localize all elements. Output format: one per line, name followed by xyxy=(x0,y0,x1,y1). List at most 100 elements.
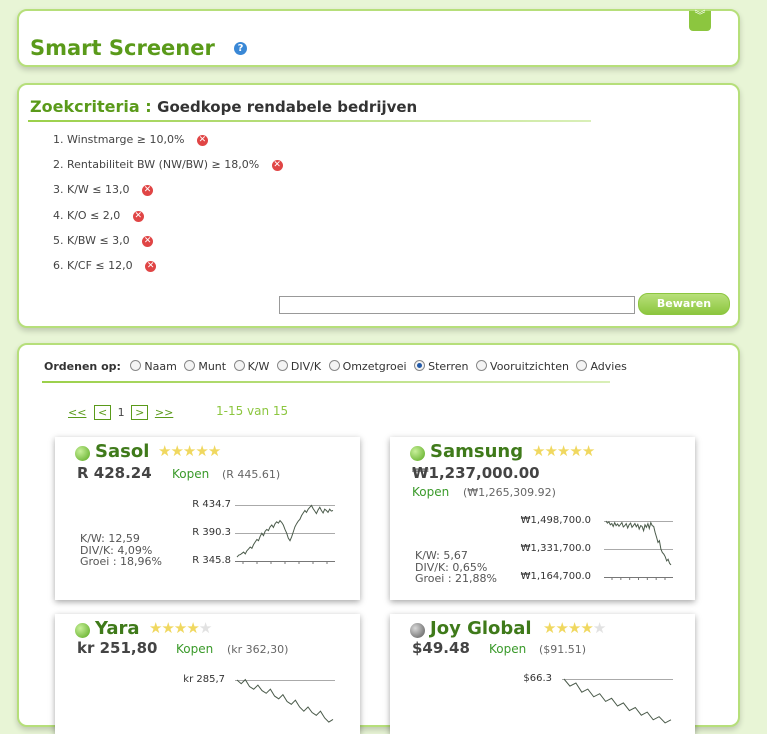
target-price: ($91.51) xyxy=(539,643,587,656)
star-filled-icon: ★ xyxy=(182,442,196,460)
y-tick-label: R 390.3 xyxy=(192,527,231,538)
sort-option-vooruitzichten[interactable]: Vooruitzichten xyxy=(476,360,569,373)
sort-option-naam[interactable]: Naam xyxy=(130,360,177,373)
status-dot-icon xyxy=(75,623,90,638)
stock-price: kr 251,80 xyxy=(77,639,158,657)
current-page: 1 xyxy=(117,406,125,419)
next-page-button[interactable]: > xyxy=(131,405,149,420)
radio-icon[interactable] xyxy=(276,360,288,371)
criteria-item: 6. K/CF ≤ 12,0 ✕ xyxy=(53,253,283,278)
criteria-item: 2. Rentabiliteit BW (NW/BW) ≥ 18,0% ✕ xyxy=(53,152,283,177)
result-count: 1-15 van 15 xyxy=(216,404,289,418)
star-filled-icon: ★ xyxy=(569,442,582,460)
criteria-item: 4. K/O ≤ 2,0 ✕ xyxy=(53,203,283,228)
star-filled-icon: ★ xyxy=(158,442,171,460)
star-filled-icon: ★ xyxy=(544,442,557,460)
sort-option-sterren[interactable]: Sterren xyxy=(414,360,469,373)
star-filled-icon: ★ xyxy=(186,619,199,637)
remove-criterion-icon[interactable]: ✕ xyxy=(132,210,144,222)
radio-icon[interactable] xyxy=(184,360,196,371)
company-name[interactable]: Joy Global xyxy=(430,618,532,639)
sparkline xyxy=(605,520,672,580)
target-price: (kr 362,30) xyxy=(227,643,289,656)
sort-option-kw[interactable]: K/W xyxy=(233,360,269,373)
sort-option-munt[interactable]: Munt xyxy=(184,360,226,373)
advice-label: Kopen xyxy=(176,642,214,656)
stock-card[interactable]: Yara ★★★★★ kr 251,80 Kopen (kr 362,30) k… xyxy=(55,614,360,734)
price-line xyxy=(605,520,672,566)
criteria-text: K/BW ≤ 3,0 xyxy=(67,233,130,247)
target-price: (R 445.61) xyxy=(222,468,281,481)
radio-icon[interactable] xyxy=(328,360,340,371)
criteria-number: 4. xyxy=(53,208,64,222)
criteria-text: K/CF ≤ 12,0 xyxy=(67,258,133,272)
chart-gridline xyxy=(604,549,673,550)
y-tick-label: $66.3 xyxy=(523,673,552,684)
sort-option-divk[interactable]: DIV/K xyxy=(276,360,321,373)
prev-page-button[interactable]: < xyxy=(93,405,112,420)
status-dot-icon xyxy=(410,446,425,461)
criteria-number: 3. xyxy=(53,183,64,197)
criteria-item: 3. K/W ≤ 13,0 ✕ xyxy=(53,177,283,202)
y-tick-label: R 434.7 xyxy=(192,499,231,510)
criteria-label: Zoekcriteria : xyxy=(30,97,152,116)
stock-price: R 428.24 xyxy=(77,464,152,482)
radio-icon[interactable] xyxy=(476,360,488,371)
criteria-text: Rentabiliteit BW (NW/BW) ≥ 18,0% xyxy=(67,158,260,172)
help-icon[interactable]: ? xyxy=(234,42,247,55)
stock-card[interactable]: Samsung ★★★★★ ₩1,237,000.00 Kopen (₩1,26… xyxy=(390,437,695,600)
star-filled-icon: ★ xyxy=(581,442,595,460)
criteria-number: 5. xyxy=(53,233,64,247)
title-panel: ︾ Smart Screener ? xyxy=(17,9,740,67)
chart-gridline xyxy=(235,533,335,534)
remove-criterion-icon[interactable]: ✕ xyxy=(196,135,208,146)
sparkline xyxy=(236,504,334,564)
remove-criterion-icon[interactable]: ✕ xyxy=(271,160,283,172)
star-rating: ★★★★★ xyxy=(532,442,595,460)
first-page-link[interactable]: << xyxy=(68,406,86,419)
remove-criterion-icon[interactable]: ✕ xyxy=(142,235,154,247)
star-filled-icon: ★ xyxy=(173,619,187,637)
star-rating: ★★★★★ xyxy=(149,619,212,637)
stock-card[interactable]: Sasol ★★★★★ R 428.24 Kopen (R 445.61) K/… xyxy=(55,437,360,600)
company-name[interactable]: Samsung xyxy=(430,441,523,462)
star-filled-icon: ★ xyxy=(556,442,570,460)
star-filled-icon: ★ xyxy=(170,442,183,460)
advice-label: Kopen xyxy=(412,485,450,499)
radio-icon[interactable] xyxy=(130,360,142,371)
save-name-input[interactable] xyxy=(279,296,635,314)
radio-icon[interactable] xyxy=(233,360,245,371)
y-tick-label: kr 285,7 xyxy=(183,674,225,685)
remove-criterion-icon[interactable]: ✕ xyxy=(145,260,157,272)
remove-criterion-icon[interactable]: ✕ xyxy=(142,185,153,197)
stock-card[interactable]: Joy Global ★★★★★ $49.48 Kopen ($91.51) $… xyxy=(390,614,695,734)
collapse-button[interactable]: ︾ xyxy=(689,10,711,31)
criteria-heading: Zoekcriteria : Goedkope rendabele bedrij… xyxy=(30,97,417,116)
company-name[interactable]: Yara xyxy=(95,618,140,639)
chart-gridline xyxy=(562,679,673,680)
star-empty-icon: ★ xyxy=(592,619,606,637)
sort-bar: Ordenen op: Naam Munt K/W DIV/K Omzetgro… xyxy=(44,360,631,373)
y-tick-label: R 345.8 xyxy=(192,555,231,566)
stock-price: ₩1,237,000.00 xyxy=(412,464,540,482)
sort-label: Ordenen op: xyxy=(44,360,121,373)
radio-selected-icon[interactable] xyxy=(414,360,426,371)
radio-icon[interactable] xyxy=(576,360,588,371)
star-filled-icon: ★ xyxy=(149,619,162,637)
save-button[interactable]: Bewaren xyxy=(638,293,730,315)
star-filled-icon: ★ xyxy=(195,442,208,460)
company-name[interactable]: Sasol xyxy=(95,441,149,462)
last-page-link[interactable]: >> xyxy=(155,406,173,419)
sort-option-advies[interactable]: Advies xyxy=(576,360,627,373)
sort-option-omzetgroei[interactable]: Omzetgroei xyxy=(328,360,407,373)
criteria-panel: Zoekcriteria : Goedkope rendabele bedrij… xyxy=(17,83,740,328)
screen-name: Goedkope rendabele bedrijven xyxy=(157,98,418,116)
star-filled-icon: ★ xyxy=(161,619,174,637)
sparkline xyxy=(563,678,672,724)
advice-label: Kopen xyxy=(172,467,210,481)
y-tick-label: ₩1,331,700.0 xyxy=(520,543,591,554)
star-filled-icon: ★ xyxy=(567,619,581,637)
stock-price: $49.48 xyxy=(412,639,470,657)
criteria-text: K/W ≤ 13,0 xyxy=(67,183,130,197)
star-filled-icon: ★ xyxy=(555,619,568,637)
